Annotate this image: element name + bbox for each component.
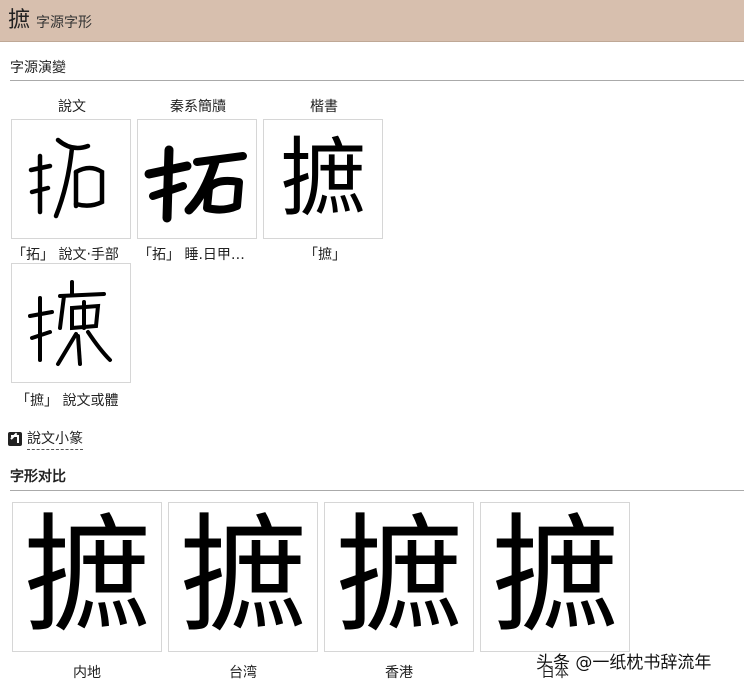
region-label: 香港	[385, 665, 413, 681]
column-label-kaishu: 楷書	[310, 99, 338, 115]
glyph-box-qin-bamboo[interactable]	[137, 119, 257, 239]
glyph-box-shuowen-variant[interactable]	[11, 263, 131, 383]
region-label: 内地	[73, 665, 101, 681]
glyph-caption: 「拓」 睡.日甲…	[138, 247, 245, 263]
glyph-box-shuowen[interactable]	[11, 119, 131, 239]
glyph-caption: 「摭」 說文或體	[16, 393, 119, 409]
external-link-icon	[8, 432, 22, 446]
section-divider	[10, 490, 744, 491]
section-title-comparison: 字形对比	[10, 469, 66, 485]
column-label-qin-bamboo: 秦系簡牘	[170, 99, 226, 115]
comparison-glyph: 摭	[178, 502, 307, 651]
bamboo-slip-glyph	[144, 145, 247, 223]
comparison-box-mainland[interactable]: 摭	[12, 502, 162, 652]
glyph-caption: 「摭」	[304, 247, 346, 263]
seal-script-glyph	[28, 137, 105, 219]
glyph-box-kaishu[interactable]: 摭	[263, 119, 383, 239]
region-label: 台湾	[229, 665, 257, 681]
seal-variant-glyph	[28, 280, 112, 366]
watermark-text: 头条 @一纸枕书辞流年	[536, 653, 712, 673]
page-header: 摭 字源字形	[0, 0, 744, 42]
comparison-box-japan[interactable]: 摭	[480, 502, 630, 652]
glyph-caption: 「拓」 說文‧手部	[12, 247, 119, 263]
section-title-evolution: 字源演變	[10, 60, 66, 76]
comparison-glyph: 摭	[22, 502, 151, 651]
comparison-box-hongkong[interactable]: 摭	[324, 502, 474, 652]
header-subtitle: 字源字形	[36, 15, 93, 31]
kaishu-glyph: 摭	[280, 129, 366, 229]
shuowen-seal-link-label[interactable]: 說文小篆	[27, 428, 83, 450]
comparison-glyph: 摭	[334, 502, 463, 651]
header-character: 摭	[8, 7, 31, 33]
comparison-box-taiwan[interactable]: 摭	[168, 502, 318, 652]
comparison-glyph: 摭	[490, 502, 619, 651]
column-label-shuowen: 說文	[58, 99, 86, 115]
section-divider	[10, 80, 744, 81]
shuowen-seal-link[interactable]: 說文小篆	[8, 428, 83, 450]
